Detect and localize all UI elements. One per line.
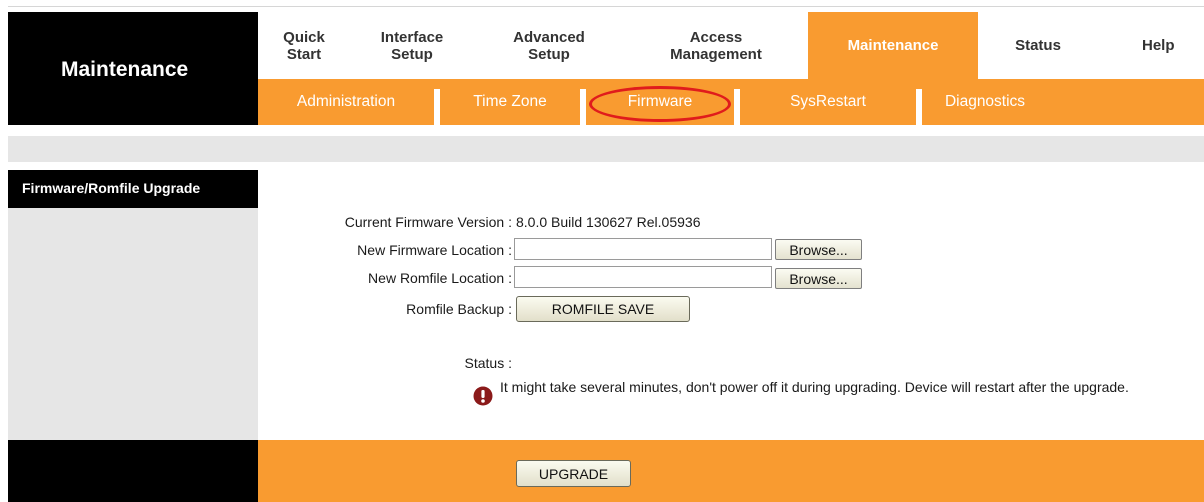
nav-access-management[interactable]: Access Management: [624, 12, 808, 79]
firmware-highlight-ring: [589, 86, 731, 122]
footer-left-block: [8, 440, 258, 502]
nav-label: Quick Start: [283, 28, 325, 63]
current-version-label: Current Firmware Version :: [344, 214, 512, 230]
firmware-location-label: New Firmware Location :: [357, 242, 512, 258]
nav-label: Access Management: [670, 28, 762, 63]
romfile-save-button[interactable]: ROMFILE SAVE: [516, 296, 690, 322]
side-panel: [8, 208, 258, 440]
status-label: Status :: [464, 355, 512, 371]
subnav-sysrestart[interactable]: SysRestart: [740, 79, 916, 125]
romfile-backup-label: Romfile Backup :: [406, 301, 512, 317]
main-nav: Quick Start Interface Setup Advanced Set…: [258, 12, 1204, 79]
subnav-time-zone[interactable]: Time Zone: [440, 79, 580, 125]
footer-bar: [258, 440, 1204, 502]
subnav-label: SysRestart: [790, 93, 866, 110]
nav-label: Interface Setup: [380, 28, 444, 63]
exclamation-circle-icon: [473, 386, 493, 406]
section-title: Firmware/Romfile Upgrade: [22, 180, 201, 196]
top-rule: [8, 6, 1204, 7]
subnav-label: Time Zone: [473, 93, 547, 110]
subnav-administration[interactable]: Administration: [258, 79, 434, 125]
nav-advanced-setup[interactable]: Advanced Setup: [474, 12, 624, 79]
nav-label: Help: [1142, 37, 1175, 54]
romfile-location-label: New Romfile Location :: [368, 270, 512, 286]
status-message: It might take several minutes, don't pow…: [500, 379, 1129, 395]
brand-block: Maintenance: [8, 12, 258, 125]
brand-title: Maintenance: [61, 58, 189, 81]
romfile-browse-button[interactable]: Browse...: [775, 268, 862, 289]
nav-interface-setup[interactable]: Interface Setup: [350, 12, 474, 79]
upgrade-button[interactable]: UPGRADE: [516, 460, 631, 487]
current-version-value: 8.0.0 Build 130627 Rel.05936: [516, 214, 701, 230]
nav-label: Status: [1015, 37, 1061, 54]
header-divider-band: [8, 136, 1204, 162]
romfile-location-input[interactable]: [514, 266, 772, 288]
firmware-browse-button[interactable]: Browse...: [775, 239, 862, 260]
nav-status[interactable]: Status: [978, 12, 1098, 79]
nav-maintenance[interactable]: Maintenance: [808, 12, 978, 79]
sub-nav: Administration Time Zone Firmware SysRes…: [258, 79, 1204, 125]
firmware-location-input[interactable]: [514, 238, 772, 260]
nav-help[interactable]: Help: [1142, 12, 1204, 79]
subnav-label: Diagnostics: [944, 93, 1026, 110]
subnav-label: Administration: [296, 93, 396, 110]
nav-quick-start[interactable]: Quick Start: [258, 12, 350, 79]
nav-label: Maintenance: [847, 37, 939, 54]
section-title-bar: Firmware/Romfile Upgrade: [8, 170, 258, 208]
subnav-diagnostics[interactable]: Diagnostics: [922, 79, 1048, 125]
nav-label: Advanced Setup: [513, 28, 585, 63]
